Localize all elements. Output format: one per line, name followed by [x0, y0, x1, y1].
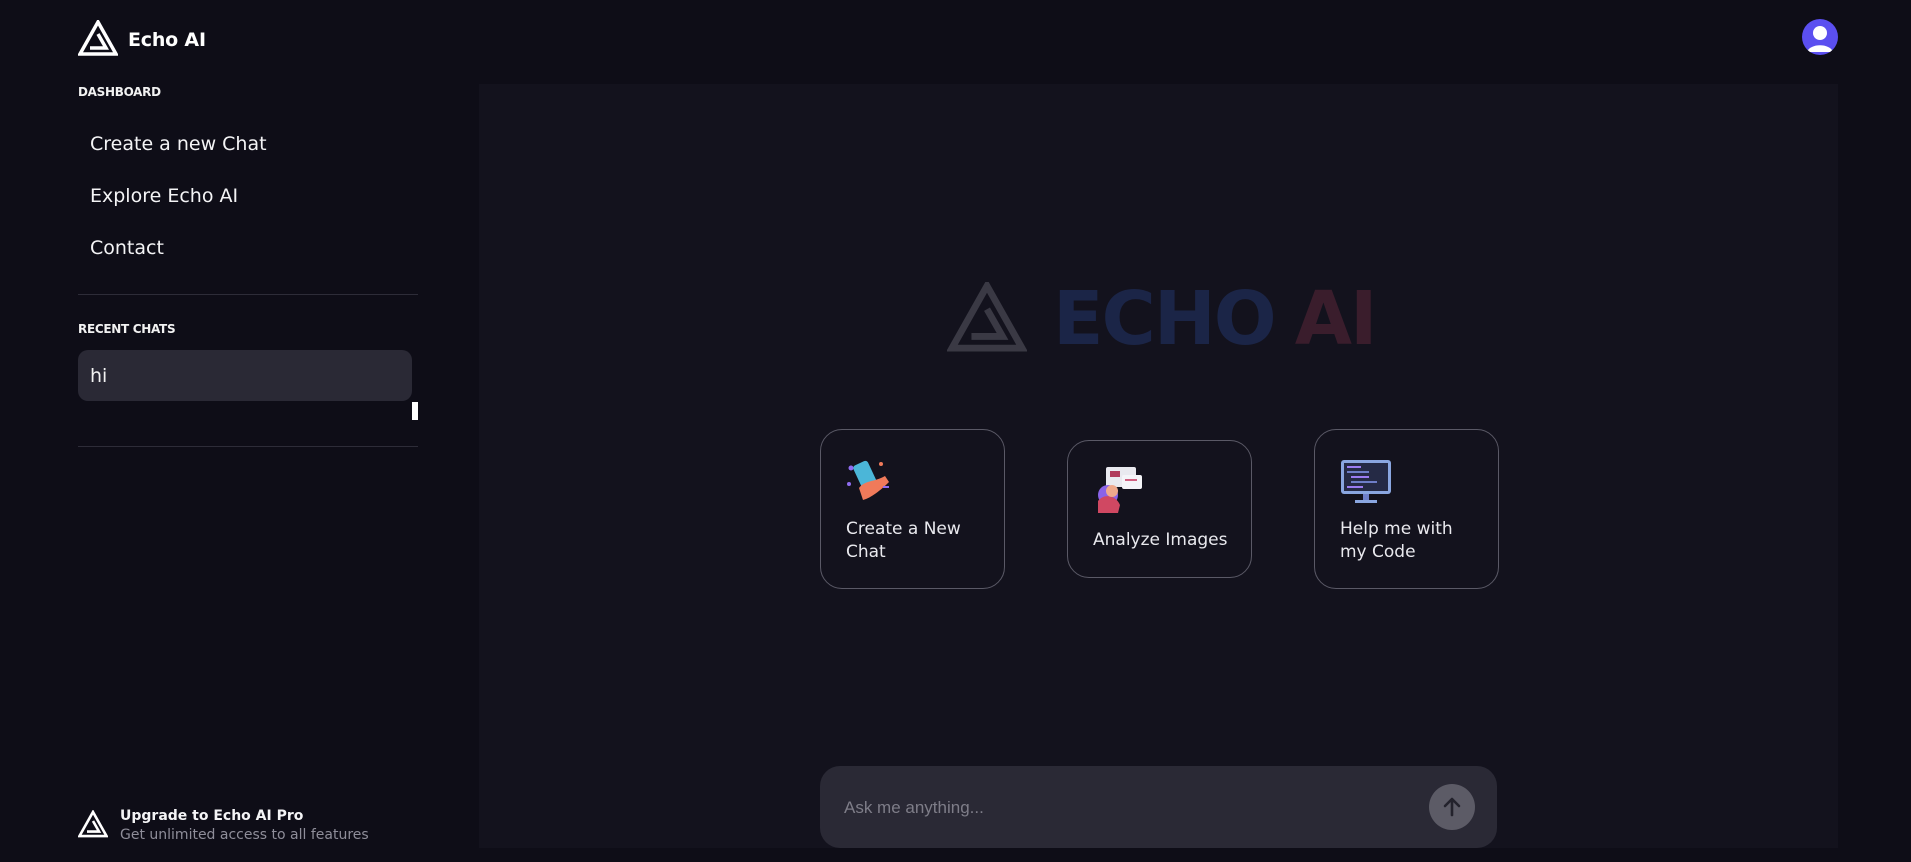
code-monitor-illustration-icon	[1339, 456, 1393, 510]
sidebar-divider	[78, 446, 418, 447]
dashboard-section-label: DASHBOARD	[78, 85, 161, 99]
card-label: Create a New Chat	[846, 519, 961, 562]
hero-word-ai: AI	[1294, 276, 1378, 362]
recent-chat-item[interactable]: hi	[78, 350, 412, 401]
echo-logo-icon	[77, 18, 119, 60]
hero-word-echo: ECHO	[1053, 276, 1277, 362]
sidebar-item-label: Explore Echo AI	[90, 185, 239, 207]
upgrade-pro-link[interactable]: Upgrade to Echo AI Pro Get unlimited acc…	[77, 808, 369, 843]
sidebar-item-explore[interactable]: Explore Echo AI	[78, 170, 418, 222]
user-avatar[interactable]	[1802, 19, 1838, 55]
send-button[interactable]	[1429, 784, 1475, 830]
app-root: Echo AI DASHBOARD Create a new Chat Expl…	[0, 0, 1911, 862]
recent-chats-label: RECENT CHATS	[78, 322, 176, 336]
card-help-with-code[interactable]: Help me with my Code	[1314, 429, 1499, 589]
upgrade-subtitle: Get unlimited access to all features	[120, 827, 369, 843]
echo-logo-icon	[77, 808, 109, 842]
image-analysis-illustration-icon	[1092, 465, 1144, 517]
sidebar-item-label: Contact	[90, 237, 164, 259]
card-label: Analyze Images	[1093, 530, 1228, 550]
sidebar-item-new-chat[interactable]: Create a new Chat	[78, 118, 418, 170]
sidebar-item-contact[interactable]: Contact	[78, 222, 418, 274]
card-analyze-images[interactable]: Analyze Images	[1067, 440, 1252, 578]
card-create-new-chat[interactable]: Create a New Chat	[820, 429, 1005, 589]
arrow-up-icon	[1443, 797, 1461, 817]
hero-logo: ECHO AI	[946, 276, 1378, 362]
brand[interactable]: Echo AI	[77, 18, 206, 60]
sidebar-divider	[78, 294, 418, 295]
chat-illustration-icon	[845, 458, 895, 506]
user-icon	[1807, 26, 1833, 52]
recent-chat-label: hi	[90, 364, 108, 387]
hero-title: ECHO AI	[1053, 276, 1378, 362]
prompt-input[interactable]	[844, 796, 1404, 820]
brand-name: Echo AI	[128, 29, 206, 51]
sidebar-item-label: Create a new Chat	[90, 133, 267, 155]
sidebar-nav: Create a new Chat Explore Echo AI Contac…	[78, 118, 418, 274]
main-panel: ECHO AI Create a New Chat Analyze Images…	[479, 84, 1838, 848]
card-label: Help me with my Code	[1340, 519, 1453, 562]
echo-logo-icon	[946, 278, 1028, 356]
upgrade-title: Upgrade to Echo AI Pro	[120, 808, 304, 824]
sidebar-scrollbar-thumb[interactable]	[412, 402, 418, 420]
prompt-bar	[820, 766, 1497, 848]
